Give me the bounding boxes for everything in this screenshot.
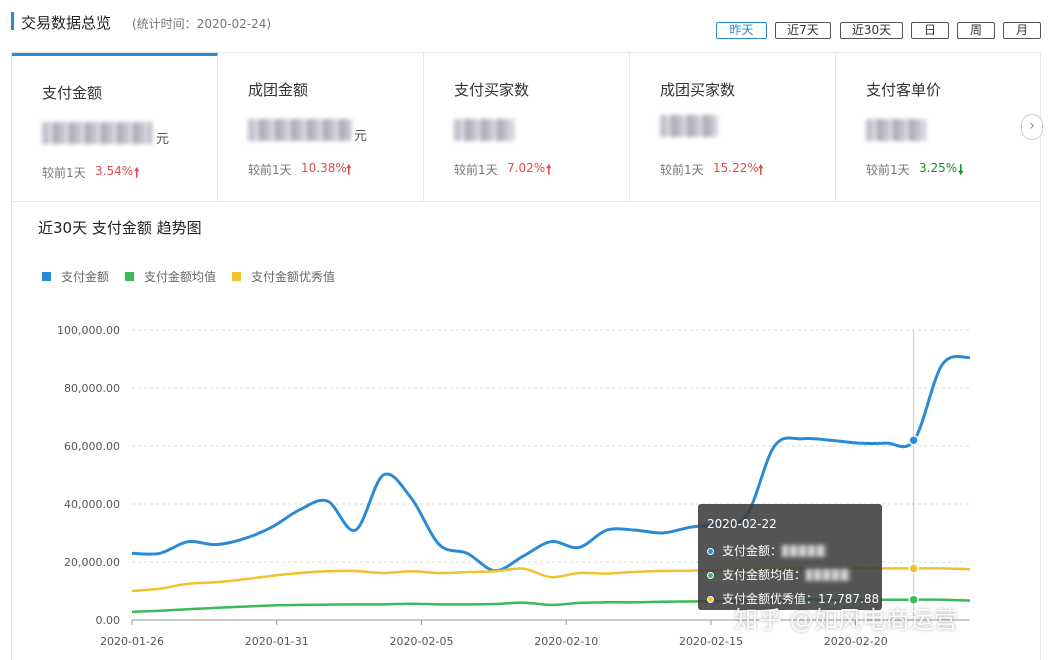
y-tick-label: 0.00	[96, 614, 121, 627]
watermark: 知乎 @如风电商运营	[734, 606, 958, 634]
x-tick-label: 2020-01-31	[245, 635, 309, 648]
tooltip-row: 支付金额均值：	[707, 566, 851, 583]
x-tick-label: 2020-02-15	[679, 635, 743, 648]
y-tick-label: 60,000.00	[64, 440, 120, 453]
tooltip-row: 支付金额：	[707, 542, 827, 559]
tooltip-dot	[707, 596, 714, 603]
tooltip-date: 2020-02-22	[707, 517, 777, 531]
chart-tooltip: 2020-02-22 支付金额： 支付金额均值： 支付金额优秀值：17,787.…	[698, 504, 882, 610]
tooltip-label: 支付金额均值：	[722, 568, 807, 582]
tooltip-dot	[707, 548, 714, 555]
x-tick-label: 2020-02-05	[390, 635, 454, 648]
y-tick-label: 40,000.00	[64, 498, 120, 511]
x-tick-label: 2020-02-10	[534, 635, 598, 648]
series-point-3	[908, 563, 919, 574]
y-tick-label: 80,000.00	[64, 382, 120, 395]
y-tick-label: 100,000.00	[57, 324, 120, 337]
tooltip-value-redacted	[806, 569, 851, 581]
tooltip-dot	[707, 572, 714, 579]
tooltip-value-redacted	[782, 545, 827, 557]
series-point-1	[908, 434, 919, 446]
tooltip-label: 支付金额：	[722, 544, 783, 558]
trend-chart: 0.00 20,000.00 40,000.00 60,000.00 80,000.00…	[57, 324, 971, 648]
x-tick-label: 2020-01-26	[100, 635, 164, 648]
x-tick-label: 2020-02-20	[824, 635, 888, 648]
y-tick-label: 20,000.00	[64, 556, 120, 569]
